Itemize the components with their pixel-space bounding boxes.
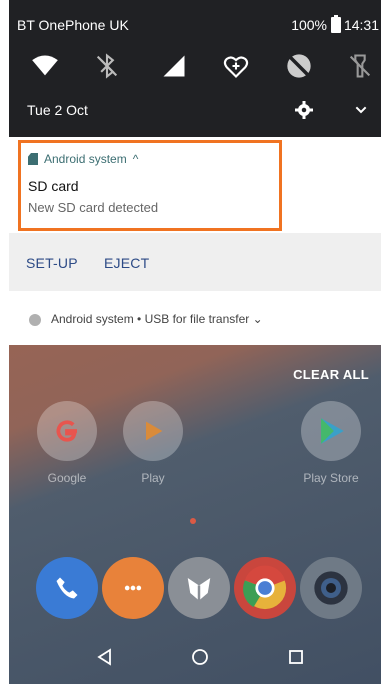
battery-percent: 100% [291,17,327,33]
sd-card-notification[interactable]: Android system ^ SD card New SD card det… [9,137,381,233]
phone-screen: BT OnePhone UK 100% 14:31 Tue 2 Oct Andr… [9,0,381,684]
app-play[interactable]: Play [117,401,189,485]
expand-icon[interactable]: ^ [133,152,139,166]
navigation-bar [9,629,381,684]
messages-icon[interactable] [102,557,164,619]
usb-notification[interactable]: Android system • USB for file transfer ⌄ [9,295,381,345]
gear-icon[interactable] [295,101,313,119]
usb-notification-text: Android system • USB for file transfer ⌄ [51,312,263,326]
play-icon [123,401,183,461]
clear-all-button[interactable]: CLEAR ALL [293,367,369,382]
camera-icon[interactable] [300,557,362,619]
app-label: Play [141,471,165,485]
home-icon[interactable] [190,647,210,667]
status-clock: 14:31 [343,17,379,33]
flashlight-off-icon[interactable] [342,48,378,84]
wifi-icon[interactable] [27,48,63,84]
battery-icon [331,15,341,33]
carrier-name: BT OnePhone UK [17,17,129,33]
home-screen-background: CLEAR ALL Google Play Play Store [9,345,381,684]
do-not-disturb-icon[interactable] [281,48,317,84]
quick-settings-panel: BT OnePhone UK 100% 14:31 Tue 2 Oct [9,0,381,137]
notification-actions: SET-UP EJECT [9,233,381,291]
notification-app-name: Android system [44,152,127,166]
fox-icon[interactable] [168,557,230,619]
date-label: Tue 2 Oct [27,102,88,118]
notification-title: SD card [28,178,79,194]
phone-icon[interactable] [36,557,98,619]
app-google[interactable]: Google [31,401,103,485]
sd-card-icon [28,153,38,165]
status-bar: BT OnePhone UK 100% 14:31 [9,0,381,44]
chevron-down-icon[interactable] [353,103,369,117]
set-up-button[interactable]: SET-UP [26,255,78,271]
notification-text: New SD card detected [28,200,159,215]
battery-indicator: 100% [291,15,341,33]
android-system-icon [29,314,41,326]
bluetooth-off-icon[interactable] [89,48,125,84]
notification-header: Android system ^ [28,152,138,166]
dock [9,557,381,627]
page-indicator [190,518,196,524]
app-play-store[interactable]: Play Store [295,401,367,485]
app-label: Play Store [303,471,359,485]
recents-icon[interactable] [286,647,306,667]
chevron-down-icon[interactable]: ⌄ [253,312,263,326]
play-store-icon [301,401,361,461]
heart-plus-icon[interactable] [218,48,254,84]
chrome-icon[interactable] [234,557,296,619]
google-icon [37,401,97,461]
signal-icon[interactable] [156,48,192,84]
quick-settings-tiles [9,48,381,88]
back-icon[interactable] [95,647,115,667]
eject-button[interactable]: EJECT [104,255,149,271]
usb-notification-label: Android system • USB for file transfer [51,312,250,326]
app-label: Google [47,471,87,485]
